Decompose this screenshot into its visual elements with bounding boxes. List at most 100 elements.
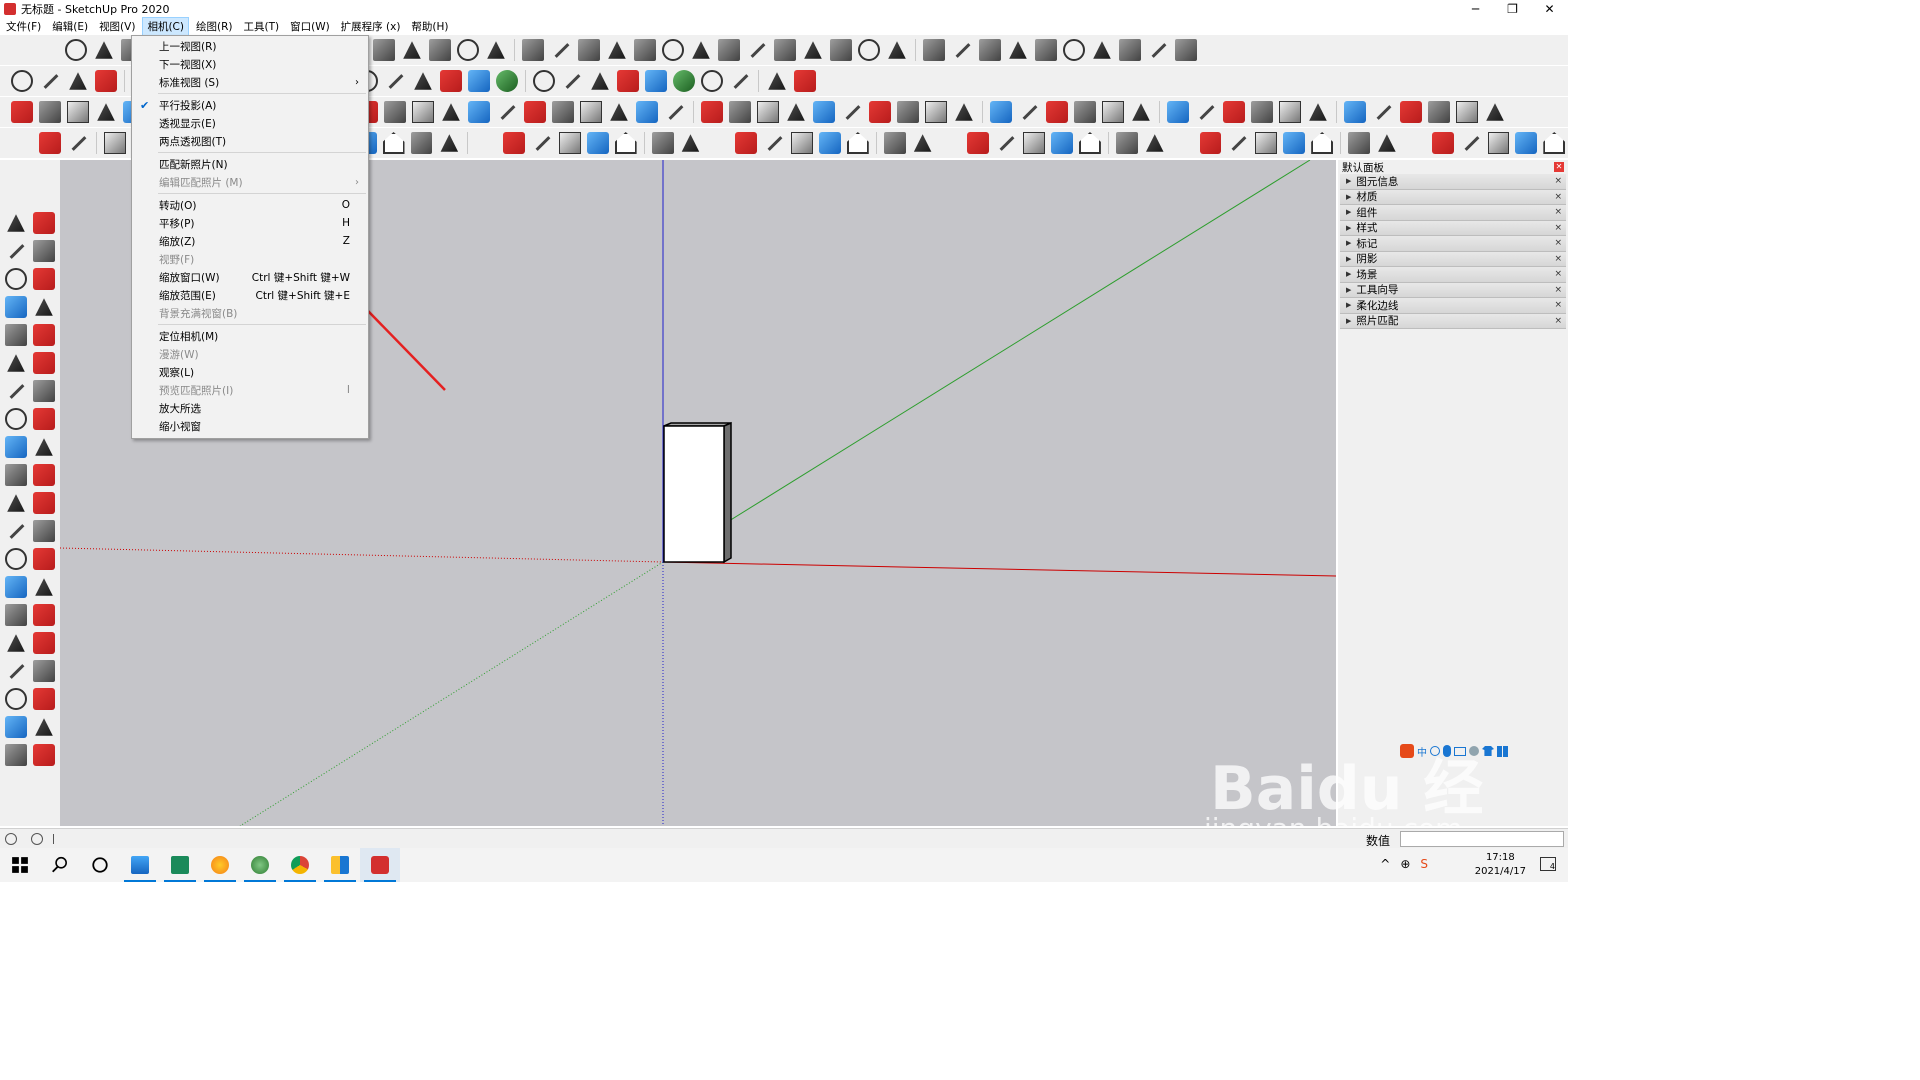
tray-item-materials[interactable]: 材质 × xyxy=(1340,189,1566,205)
file-manager-icon xyxy=(331,856,349,874)
tray-item-shadows[interactable]: 阴影 × xyxy=(1340,251,1566,267)
menu-shortcut: O xyxy=(341,199,350,211)
close-icon[interactable]: × xyxy=(1554,285,1562,295)
status-bar: 数值 xyxy=(0,828,1568,848)
credits-icon[interactable] xyxy=(31,832,43,845)
menu-item-label: 下一视图(X) xyxy=(159,58,217,71)
menu-item-label: 预览匹配照片(I) xyxy=(159,384,234,397)
notification-count: 4 xyxy=(1549,862,1555,871)
menu-separator xyxy=(158,93,366,94)
sketchup-icon xyxy=(371,856,389,874)
menu-walk: 漫游(W) xyxy=(132,345,368,363)
taskbar-app-pc[interactable] xyxy=(120,848,160,882)
chrome-icon xyxy=(291,856,309,874)
menu-zoom-extents[interactable]: 缩放范围(E) Ctrl 键+Shift 键+E xyxy=(132,286,368,304)
menu-item-label: 缩放(Z) xyxy=(159,235,196,248)
close-icon[interactable]: × xyxy=(1554,316,1562,326)
tray-item-label: 组件 xyxy=(1356,206,1378,219)
menu-item-label: 漫游(W) xyxy=(159,348,199,361)
tray-item-tags[interactable]: 标记 × xyxy=(1340,236,1566,252)
menu-zoom[interactable]: 缩放(Z) Z xyxy=(132,232,368,250)
taskbar-app-files[interactable] xyxy=(320,848,360,882)
windows-taskbar: ^ ⊕ S 17:18 2021/4/17 4 xyxy=(0,848,1568,882)
menu-zoom-window[interactable]: 缩放窗口(W) Ctrl 键+Shift 键+W xyxy=(132,268,368,286)
tray-item-label: 标记 xyxy=(1356,237,1378,250)
menu-item-label: 定位相机(M) xyxy=(159,330,219,343)
menu-shortcut: Ctrl 键+Shift 键+E xyxy=(255,289,350,302)
status-separator xyxy=(53,833,54,844)
check-icon: ✔ xyxy=(140,98,150,112)
browser-icon xyxy=(211,856,229,874)
start-button[interactable] xyxy=(0,848,40,882)
close-icon[interactable]: × xyxy=(1554,254,1562,264)
search-button[interactable] xyxy=(40,848,80,882)
menu-preview-matched-photo: 预览匹配照片(I) I xyxy=(132,381,368,399)
tray-item-label: 照片匹配 xyxy=(1356,315,1399,328)
taskbar-app-chrome[interactable] xyxy=(280,848,320,882)
system-clock[interactable]: 17:18 2021/4/17 xyxy=(1475,851,1526,879)
tray-item-label: 阴影 xyxy=(1356,253,1378,266)
close-icon[interactable]: × xyxy=(1554,207,1562,217)
tray-header: 默认面板 ✕ xyxy=(1338,160,1568,174)
clock-time: 17:18 xyxy=(1485,852,1515,863)
close-icon[interactable]: × xyxy=(1554,238,1562,248)
chevron-up-icon[interactable]: ^ xyxy=(1380,857,1390,871)
tray-item-components[interactable]: 组件 × xyxy=(1340,205,1566,221)
taskbar-app-editor[interactable] xyxy=(160,848,200,882)
menu-item-label: 平行投影(A) xyxy=(159,99,217,112)
menu-next-view[interactable]: 下一视图(X) xyxy=(132,55,368,73)
measurements-input[interactable] xyxy=(1400,831,1564,847)
menu-parallel-projection[interactable]: ✔ 平行投影(A) xyxy=(132,96,368,114)
menu-separator xyxy=(158,152,366,153)
tray-item-instructor[interactable]: 工具向导 × xyxy=(1340,282,1566,298)
menu-zoom-selection[interactable]: 放大所选 xyxy=(132,399,368,417)
tray-item-entity-info[interactable]: 图元信息 × xyxy=(1340,174,1566,190)
taskbar-app-browser-2[interactable] xyxy=(240,848,280,882)
menu-item-label: 平移(P) xyxy=(159,217,195,230)
menu-edit-matched-photo: 编辑匹配照片 (M) › xyxy=(132,173,368,191)
menu-shortcut: Ctrl 键+Shift 键+W xyxy=(251,271,350,284)
close-icon[interactable]: × xyxy=(1554,269,1562,279)
menu-orbit[interactable]: 转动(O) O xyxy=(132,196,368,214)
menu-perspective[interactable]: 透视显示(E) xyxy=(132,114,368,132)
menu-look-around[interactable]: 观察(L) xyxy=(132,363,368,381)
system-tray: ^ ⊕ S xyxy=(1380,857,1428,871)
geo-location-icon[interactable] xyxy=(5,832,17,845)
close-icon[interactable]: × xyxy=(1554,223,1562,233)
search-icon xyxy=(52,856,67,873)
tray-item-label: 材质 xyxy=(1356,191,1378,204)
menu-item-label: 两点透视图(T) xyxy=(159,135,227,148)
menu-two-point-perspective[interactable]: 两点透视图(T) xyxy=(132,132,368,150)
notification-center-icon[interactable]: 4 xyxy=(1540,857,1556,871)
menu-zoom-out-view[interactable]: 缩小视窗 xyxy=(132,417,368,435)
menu-item-label: 观察(L) xyxy=(159,366,195,379)
network-icon[interactable]: ⊕ xyxy=(1400,857,1410,871)
submenu-arrow-icon: › xyxy=(355,76,359,88)
tray-item-label: 场景 xyxy=(1356,268,1378,281)
menu-item-label: 标准视图 (S) xyxy=(159,76,220,89)
tray-item-match-photo[interactable]: 照片匹配 × xyxy=(1340,313,1566,329)
menu-position-camera[interactable]: 定位相机(M) xyxy=(132,327,368,345)
menu-standard-views[interactable]: 标准视图 (S) › xyxy=(132,73,368,91)
taskbar-app-sketchup[interactable] xyxy=(360,848,400,882)
menu-previous-view[interactable]: 上一视图(R) xyxy=(132,37,368,55)
menu-pan[interactable]: 平移(P) H xyxy=(132,214,368,232)
menu-field-of-view: 视野(F) xyxy=(132,250,368,268)
tray-item-label: 柔化边线 xyxy=(1356,299,1399,312)
tray-item-soften-edges[interactable]: 柔化边线 × xyxy=(1340,298,1566,314)
menu-item-label: 匹配新照片(N) xyxy=(159,158,228,171)
close-icon[interactable]: × xyxy=(1554,192,1562,202)
tray-item-label: 图元信息 xyxy=(1356,175,1399,188)
tray-item-styles[interactable]: 样式 × xyxy=(1340,220,1566,236)
cortana-button[interactable] xyxy=(80,848,120,882)
taskbar-app-browser-1[interactable] xyxy=(200,848,240,882)
sogou-tray-icon[interactable]: S xyxy=(1420,857,1428,871)
menu-item-label: 编辑匹配照片 (M) xyxy=(159,176,243,189)
close-icon[interactable]: × xyxy=(1554,300,1562,310)
tray-item-scenes[interactable]: 场景 × xyxy=(1340,267,1566,283)
tray-close-button[interactable]: ✕ xyxy=(1554,162,1564,172)
close-icon[interactable]: × xyxy=(1554,176,1562,186)
menu-match-new-photo[interactable]: 匹配新照片(N) xyxy=(132,155,368,173)
menu-shortcut: Z xyxy=(342,235,350,247)
menu-item-label: 背景充满视窗(B) xyxy=(159,307,238,320)
